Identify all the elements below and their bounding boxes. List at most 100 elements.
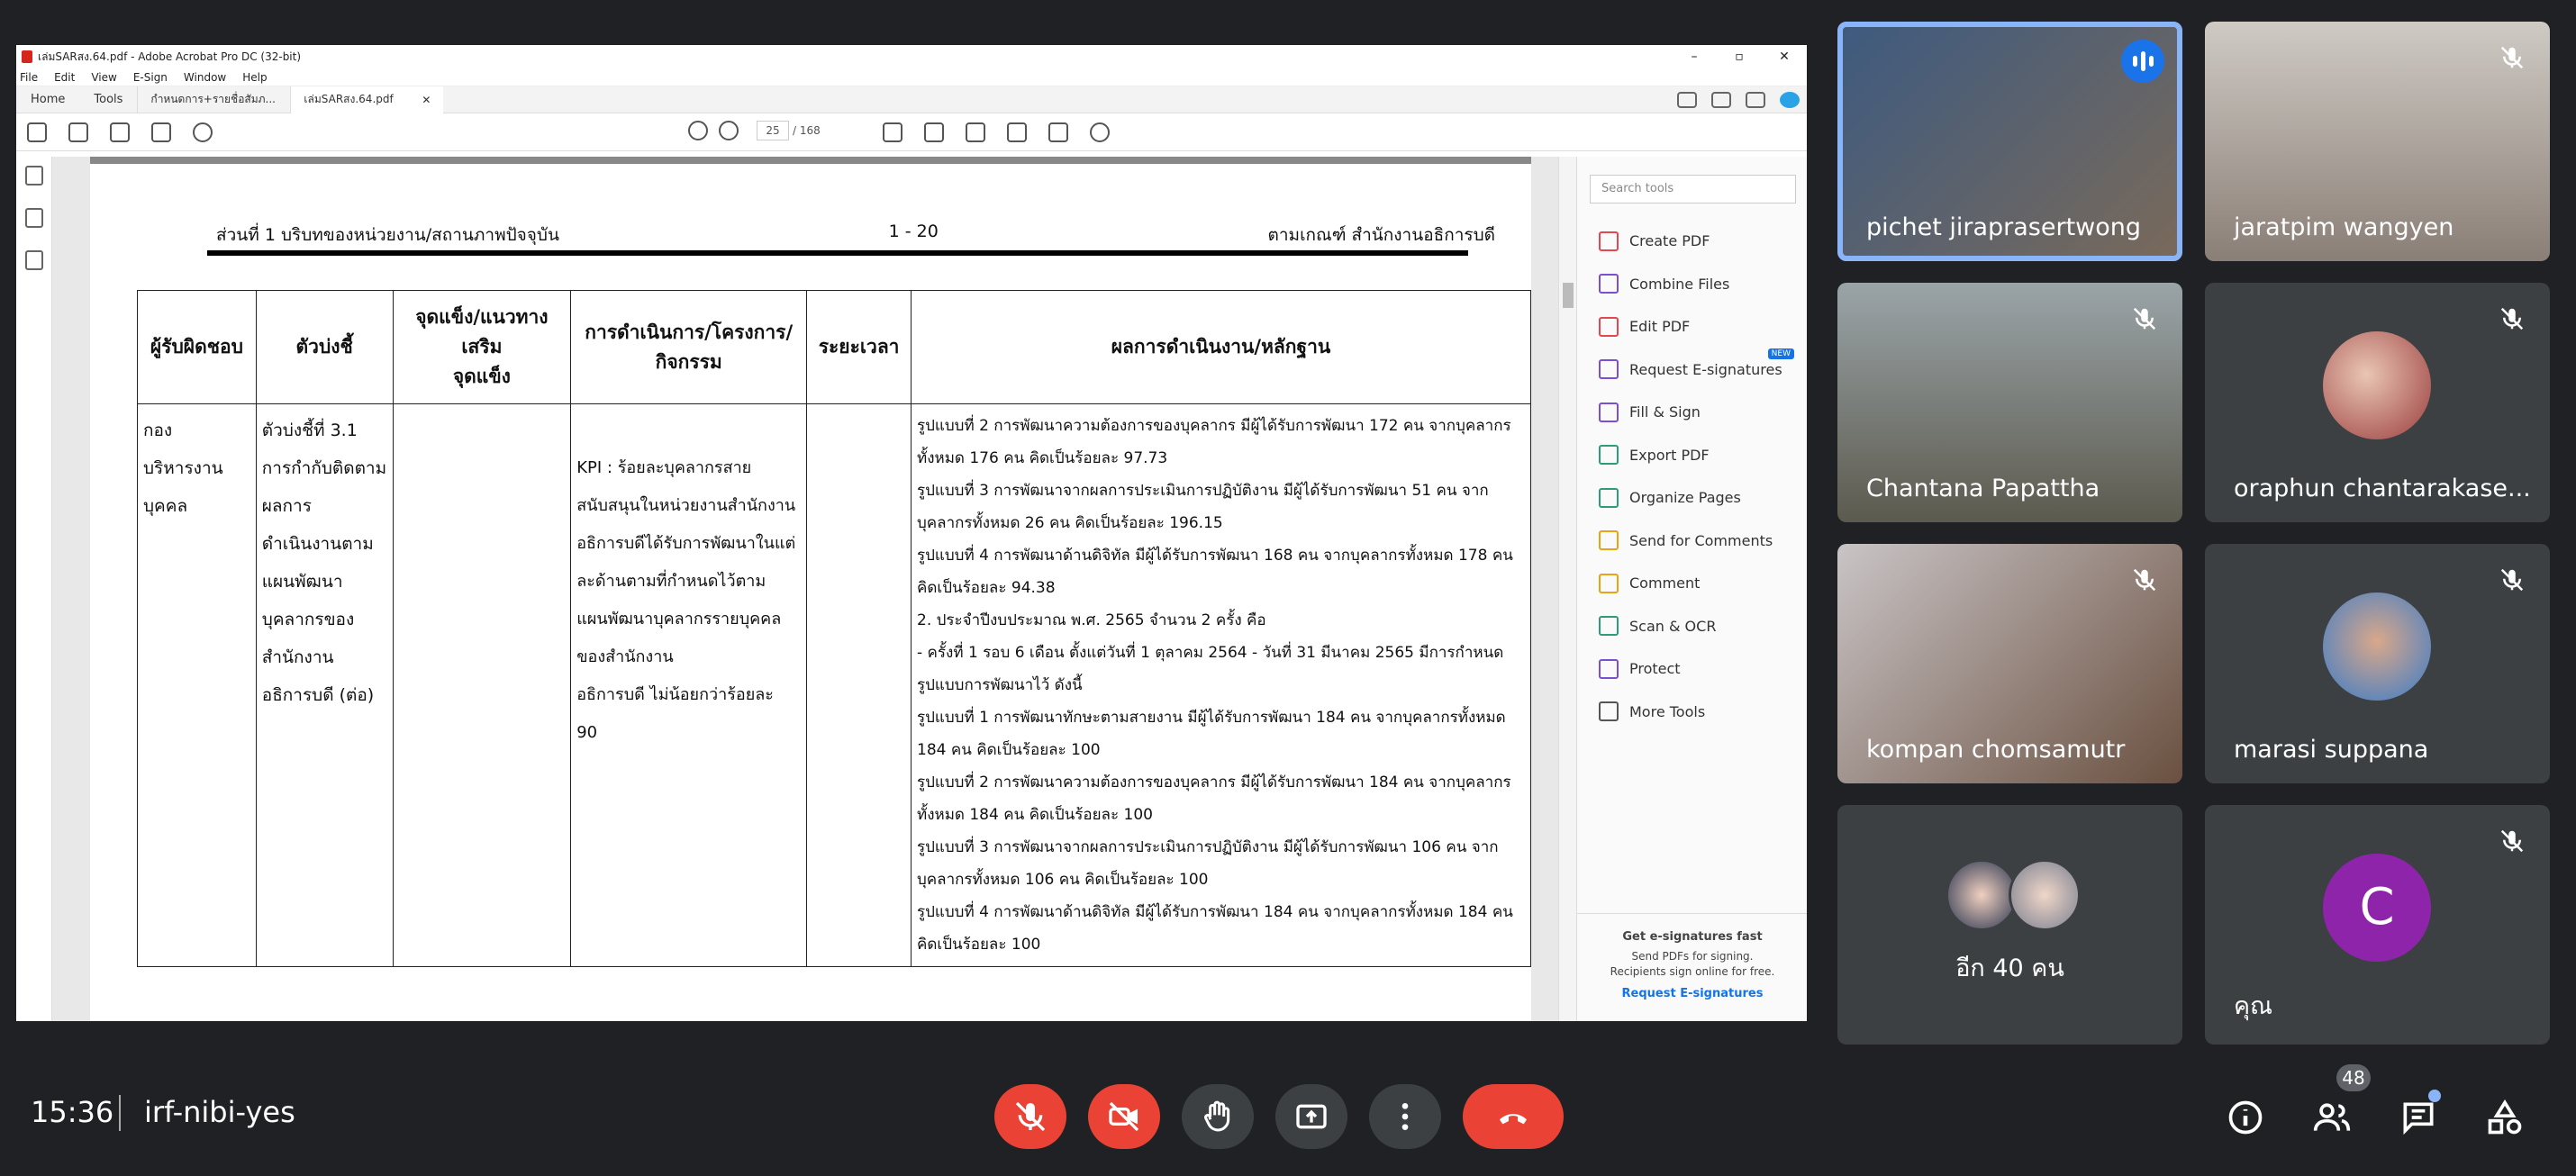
menubar: File Edit View E-Sign Window Help bbox=[16, 68, 1807, 86]
star-icon[interactable] bbox=[68, 122, 88, 142]
self-tile[interactable]: C คุณ bbox=[2205, 805, 2550, 1045]
cell-line: อธิการบดี ไม่น้อยกว่าร้อยละ bbox=[576, 685, 774, 704]
cell-line: 184 คน คิดเป็นร้อยละ 100 bbox=[917, 741, 1101, 759]
tool-combine-files[interactable]: Combine Files bbox=[1577, 263, 1807, 306]
menu-help[interactable]: Help bbox=[242, 71, 267, 84]
tool-fill-sign[interactable]: Fill & Sign bbox=[1577, 391, 1807, 434]
tab-doc-2[interactable]: เล่มSARสง.64.pdf ✕ bbox=[290, 86, 444, 113]
search-tools-input[interactable]: Search tools bbox=[1590, 175, 1796, 204]
tab-doc-1[interactable]: กำหนดการ+รายชื่อสัมภ... bbox=[137, 86, 290, 113]
participant-tile[interactable]: marasi suppana bbox=[2205, 544, 2550, 783]
tool-label: Fill & Sign bbox=[1629, 403, 1701, 421]
results-table: ผู้รับผิดชอบ ตัวบ่งชี้ จุดแข็ง/แนวทางเสร… bbox=[137, 290, 1531, 967]
tab-home[interactable]: Home bbox=[16, 93, 79, 106]
fill-sign-icon bbox=[1599, 402, 1619, 422]
participant-count-badge: 48 bbox=[2336, 1064, 2371, 1091]
rotate-icon[interactable] bbox=[1090, 122, 1110, 142]
print-icon[interactable] bbox=[151, 122, 171, 142]
next-page-icon[interactable] bbox=[719, 121, 739, 140]
leave-call-button[interactable] bbox=[1463, 1084, 1564, 1149]
bookmark-icon[interactable] bbox=[25, 208, 43, 228]
zoom-icon[interactable] bbox=[193, 122, 213, 142]
scroll-thumb[interactable] bbox=[1563, 283, 1574, 308]
esign-title: Get e-signatures fast bbox=[1622, 930, 1763, 944]
tool-edit-pdf[interactable]: Edit PDF bbox=[1577, 305, 1807, 348]
menu-window[interactable]: Window bbox=[184, 71, 226, 84]
mic-off-icon bbox=[2494, 562, 2530, 598]
header-rule bbox=[207, 250, 1468, 256]
mic-toggle-button[interactable] bbox=[994, 1084, 1066, 1149]
header-left: ส่วนที่ 1 บริบทของหน่วยงาน/สถานภาพปัจจุบ… bbox=[216, 225, 559, 245]
maximize-button[interactable]: ▫ bbox=[1717, 50, 1762, 64]
vertical-scrollbar[interactable] bbox=[1558, 157, 1576, 1021]
activities-button[interactable] bbox=[2482, 1095, 2527, 1140]
esign-link[interactable]: Request E-signatures bbox=[1577, 987, 1807, 1000]
delete-icon[interactable] bbox=[1048, 122, 1068, 142]
tool-create-pdf[interactable]: Create PDF bbox=[1577, 220, 1807, 263]
tool-send-for-comments[interactable]: Send for Comments bbox=[1577, 520, 1807, 563]
left-navigation-rail bbox=[16, 157, 52, 1021]
tool-export-pdf[interactable]: Export PDF bbox=[1577, 434, 1807, 477]
page-number-input[interactable]: 25 bbox=[757, 121, 789, 140]
avatar: C bbox=[2323, 854, 2431, 962]
share-icon[interactable] bbox=[1677, 91, 1697, 108]
participant-name: oraphun chantarakase... bbox=[2234, 475, 2531, 502]
close-tab-icon[interactable]: ✕ bbox=[422, 94, 431, 106]
tool-organize-pages[interactable]: Organize Pages bbox=[1577, 476, 1807, 520]
new-badge: NEW bbox=[1767, 348, 1794, 359]
account-icon[interactable] bbox=[1780, 91, 1800, 108]
tool-protect[interactable]: Protect bbox=[1577, 647, 1807, 691]
pages-icon[interactable] bbox=[25, 166, 43, 185]
participant-tile[interactable]: kompan chomsamutr bbox=[1837, 544, 2182, 783]
tag-icon[interactable] bbox=[1007, 122, 1027, 142]
help-icon[interactable] bbox=[1711, 91, 1731, 108]
esign-line-2: Recipients sign online for free. bbox=[1610, 965, 1775, 978]
col-indicator: ตัวบ่งชี้ bbox=[255, 290, 394, 404]
meeting-details-button[interactable] bbox=[2223, 1095, 2268, 1140]
participant-overflow-tile[interactable]: อีก 40 คน bbox=[1837, 805, 2182, 1045]
attachment-icon[interactable] bbox=[25, 250, 43, 270]
period-cell bbox=[806, 403, 912, 967]
cell-line: รูปแบบที่ 2 การพัฒนาความต้องการของบุคลาก… bbox=[917, 417, 1511, 435]
menu-view[interactable]: View bbox=[91, 71, 116, 84]
participant-name: marasi suppana bbox=[2234, 736, 2429, 764]
upload-icon[interactable] bbox=[110, 122, 130, 142]
close-button[interactable]: ✕ bbox=[1762, 50, 1807, 64]
participant-name: Chantana Papattha bbox=[1866, 475, 2100, 502]
more-vert-icon bbox=[1401, 1103, 1409, 1130]
save-icon[interactable] bbox=[27, 122, 47, 142]
tool-request-esignatures[interactable]: Request E-signatures NEW bbox=[1577, 348, 1807, 392]
tool-label: Create PDF bbox=[1629, 232, 1710, 250]
tab-tools[interactable]: Tools bbox=[79, 93, 137, 106]
hand-icon bbox=[1204, 1100, 1230, 1132]
tools-pane: Search tools Create PDF Combine Files Ed… bbox=[1576, 157, 1807, 1021]
camera-toggle-button[interactable] bbox=[1088, 1084, 1160, 1149]
menu-edit[interactable]: Edit bbox=[54, 71, 75, 84]
menu-esign[interactable]: E-Sign bbox=[133, 71, 168, 84]
people-button[interactable] bbox=[2309, 1095, 2354, 1140]
more-options-button[interactable] bbox=[1369, 1084, 1441, 1149]
highlight-icon[interactable] bbox=[924, 122, 944, 142]
tool-comment[interactable]: Comment bbox=[1577, 562, 1807, 605]
raise-hand-button[interactable] bbox=[1182, 1084, 1254, 1149]
tool-label: Export PDF bbox=[1629, 446, 1710, 464]
tool-more-tools[interactable]: More Tools bbox=[1577, 691, 1807, 734]
mic-off-icon bbox=[2494, 40, 2530, 76]
menu-file[interactable]: File bbox=[20, 71, 38, 84]
participant-tile[interactable]: jaratpim wangyen bbox=[2205, 22, 2550, 261]
document-viewer[interactable]: ส่วนที่ 1 บริบทของหน่วยงาน/สถานภาพปัจจุบ… bbox=[52, 157, 1576, 1021]
bell-icon[interactable] bbox=[1746, 91, 1765, 108]
header-right: ตามเกณฑ์ สำนักงานอธิการบดี bbox=[1267, 225, 1495, 245]
present-button[interactable] bbox=[1275, 1084, 1347, 1149]
mic-off-icon bbox=[1015, 1101, 1046, 1132]
divider bbox=[119, 1095, 121, 1131]
cell-line: บริหารงาน bbox=[143, 458, 223, 478]
minimize-button[interactable]: – bbox=[1672, 50, 1717, 64]
sign-icon[interactable] bbox=[966, 122, 985, 142]
comment-icon[interactable] bbox=[883, 122, 903, 142]
participant-tile[interactable]: oraphun chantarakase... bbox=[2205, 283, 2550, 522]
participant-tile[interactable]: pichet jiraprasertwong bbox=[1837, 22, 2182, 261]
participant-tile[interactable]: Chantana Papattha bbox=[1837, 283, 2182, 522]
prev-page-icon[interactable] bbox=[688, 121, 708, 140]
tool-scan-ocr[interactable]: Scan & OCR bbox=[1577, 605, 1807, 648]
